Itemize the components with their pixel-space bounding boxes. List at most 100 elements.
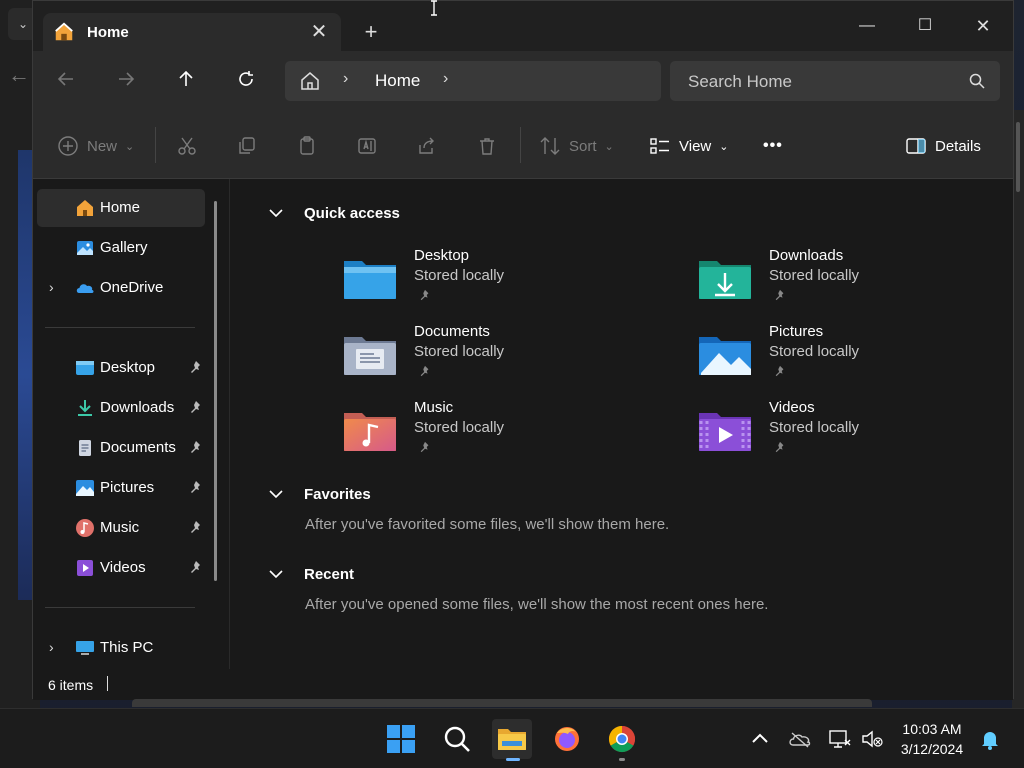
system-clock[interactable]: 10:03 AM 3/12/2024 xyxy=(892,719,972,759)
details-button[interactable]: Details xyxy=(905,133,981,159)
tile-status: Stored locally xyxy=(414,419,505,436)
divider xyxy=(45,327,195,328)
sidebar-item-label: Gallery xyxy=(100,239,148,256)
quick-access-music[interactable]: Music Stored locally xyxy=(342,399,642,465)
sidebar-item-music[interactable]: Music xyxy=(37,509,205,547)
view-button[interactable]: View ⌄ xyxy=(649,133,728,159)
paste-button[interactable] xyxy=(296,133,318,159)
chevron-up-icon[interactable] xyxy=(748,727,772,751)
sort-icon xyxy=(540,137,560,155)
quick-access-videos[interactable]: Videos Stored locally xyxy=(697,399,997,465)
tab-home[interactable]: Home ✕ xyxy=(43,13,341,51)
volume-muted-icon[interactable] xyxy=(860,727,884,751)
minimize-button[interactable]: — xyxy=(844,9,890,43)
sidebar-item-pictures[interactable]: Pictures xyxy=(37,469,205,507)
new-button[interactable]: New ⌄ xyxy=(57,133,134,159)
back-arrow-icon: ← xyxy=(8,62,30,87)
quick-access-documents[interactable]: Documents Stored locally xyxy=(342,323,642,389)
rename-icon xyxy=(358,138,376,154)
details-pane-icon xyxy=(906,138,926,154)
pin-icon[interactable] xyxy=(189,440,203,454)
new-tab-button[interactable]: + xyxy=(359,17,383,47)
cut-button[interactable] xyxy=(176,133,198,159)
pin-icon xyxy=(420,365,429,377)
firefox-taskbar-button[interactable] xyxy=(547,719,587,759)
sidebar-scrollbar[interactable] xyxy=(214,201,217,581)
sidebar-item-desktop[interactable]: Desktop xyxy=(37,349,205,387)
sidebar-item-gallery[interactable]: Gallery xyxy=(37,229,205,267)
quick-access-desktop[interactable]: Desktop Stored locally xyxy=(342,247,642,313)
breadcrumb-home[interactable]: Home xyxy=(375,71,420,91)
onedrive-offline-icon[interactable] xyxy=(788,727,812,751)
pin-icon xyxy=(420,289,429,301)
address-field[interactable]: › Home › xyxy=(285,61,661,101)
rename-button[interactable] xyxy=(356,133,378,159)
network-icon[interactable] xyxy=(828,727,852,751)
pin-icon[interactable] xyxy=(189,520,203,534)
sort-button[interactable]: Sort ⌄ xyxy=(539,133,614,159)
sidebar-item-this-pc[interactable]: › This PC xyxy=(37,629,205,667)
view-list-icon xyxy=(650,138,669,154)
notification-bell-icon[interactable] xyxy=(978,727,1002,751)
pictures-icon xyxy=(76,480,94,496)
sidebar-item-label: Videos xyxy=(100,559,146,576)
back-button[interactable] xyxy=(51,69,81,95)
background-image xyxy=(18,150,32,600)
tile-name: Music xyxy=(414,399,454,416)
sidebar-item-onedrive[interactable]: › OneDrive xyxy=(37,269,205,307)
sidebar-item-documents[interactable]: Documents xyxy=(37,429,205,467)
quick-access-downloads[interactable]: Downloads Stored locally xyxy=(697,247,997,313)
chevron-down-icon[interactable] xyxy=(266,484,286,504)
quick-access-pictures[interactable]: Pictures Stored locally xyxy=(697,323,997,389)
text-cursor-icon xyxy=(431,0,437,16)
active-indicator xyxy=(506,758,520,761)
copy-button[interactable] xyxy=(236,133,258,159)
delete-button[interactable] xyxy=(476,133,498,159)
clock-time: 10:03 AM xyxy=(902,721,962,737)
sidebar-item-label: Music xyxy=(100,519,140,536)
address-bar-row: › Home › Search Home xyxy=(33,51,1013,111)
sidebar-item-home[interactable]: Home xyxy=(37,189,205,227)
share-button[interactable] xyxy=(416,133,438,159)
more-options-button[interactable]: ••• xyxy=(763,133,783,159)
navigation-pane: Home Gallery › OneDrive Desktop Download… xyxy=(33,179,229,669)
sidebar-item-videos[interactable]: Videos xyxy=(37,549,205,587)
sidebar-item-downloads[interactable]: Downloads xyxy=(37,389,205,427)
tile-status: Stored locally xyxy=(769,343,860,360)
scissors-icon xyxy=(178,137,196,155)
clipboard-icon xyxy=(300,136,314,155)
file-explorer-window: Home ✕ + — ☐ ✕ › Home › Search Home New … xyxy=(32,0,1014,700)
pin-icon[interactable] xyxy=(189,360,203,374)
this-pc-icon xyxy=(76,641,94,655)
forward-button[interactable] xyxy=(111,69,141,95)
divider xyxy=(155,127,156,163)
close-tab-button[interactable]: ✕ xyxy=(307,19,331,44)
section-title: Favorites xyxy=(304,486,371,503)
refresh-button[interactable] xyxy=(231,69,261,95)
chevron-right-icon[interactable]: › xyxy=(343,70,348,88)
chevron-right-icon[interactable]: › xyxy=(49,639,63,655)
pin-icon[interactable] xyxy=(189,560,203,574)
videos-icon xyxy=(77,560,93,576)
home-icon xyxy=(55,22,73,41)
up-button[interactable] xyxy=(171,69,201,95)
search-button[interactable] xyxy=(437,719,477,759)
start-button[interactable] xyxy=(381,719,421,759)
chevron-right-icon[interactable]: › xyxy=(49,279,63,295)
running-indicator xyxy=(619,758,625,761)
pin-icon[interactable] xyxy=(189,480,203,494)
search-box[interactable]: Search Home xyxy=(670,61,1000,101)
tile-name: Videos xyxy=(769,399,815,416)
maximize-button[interactable]: ☐ xyxy=(902,9,948,43)
close-window-button[interactable]: ✕ xyxy=(960,9,1006,43)
chrome-taskbar-button[interactable] xyxy=(602,719,642,761)
chevron-down-icon[interactable] xyxy=(266,564,286,584)
pin-icon xyxy=(775,365,784,377)
pin-icon xyxy=(420,441,429,453)
gallery-icon xyxy=(77,241,93,255)
chevron-down-icon[interactable] xyxy=(266,203,286,223)
chevron-right-icon[interactable]: › xyxy=(443,70,448,88)
pin-icon[interactable] xyxy=(189,400,203,414)
scroll-thumb[interactable] xyxy=(1016,122,1020,192)
file-explorer-taskbar-button[interactable] xyxy=(492,719,532,761)
